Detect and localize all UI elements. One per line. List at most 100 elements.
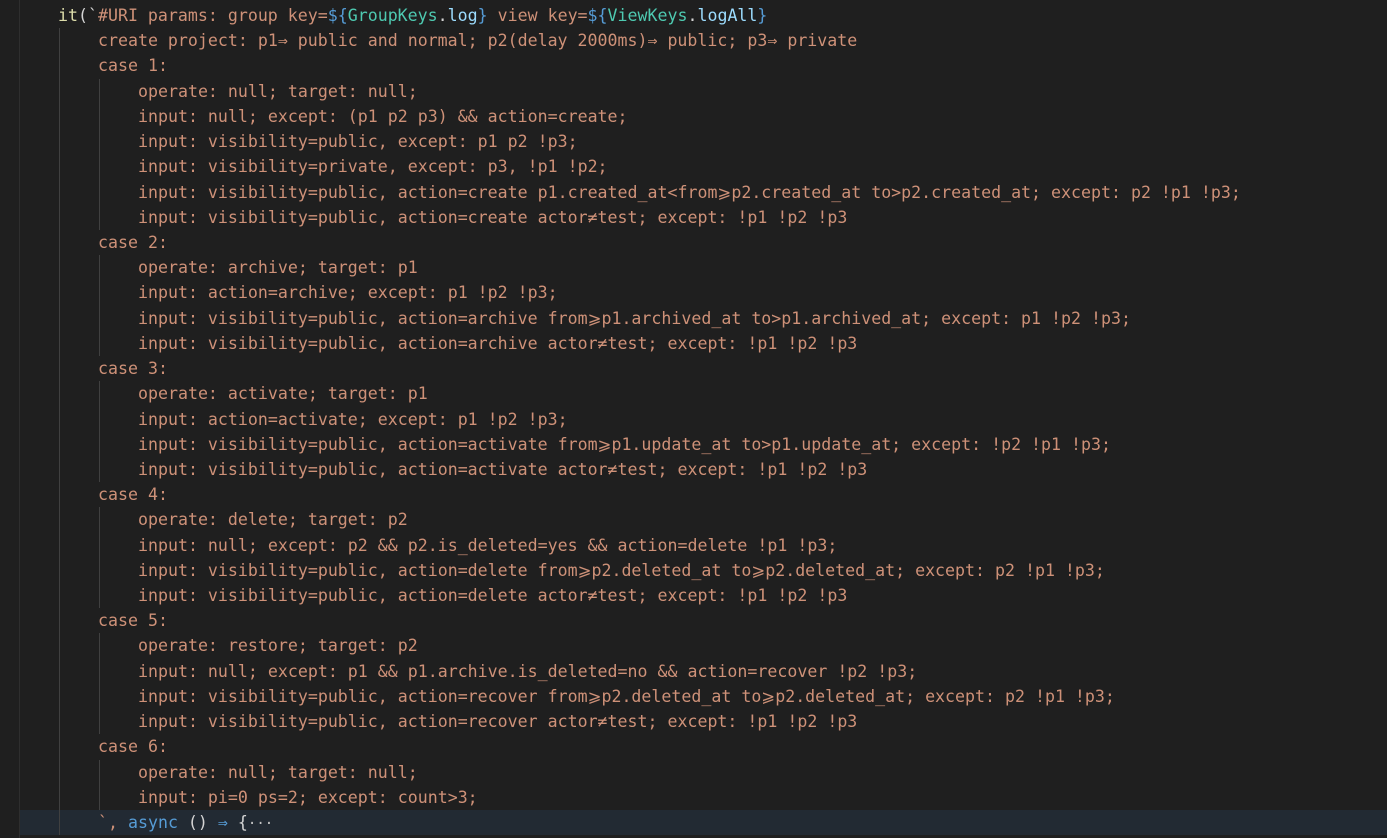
indent-guide [59, 759, 60, 785]
indent-guide [59, 154, 60, 180]
code-line[interactable]: input: pi=0 ps=2; except: count>3; [20, 784, 1387, 810]
code-line-text: input: visibility=public, action=archive… [138, 308, 1131, 328]
code-line[interactable]: input: visibility=public, action=archive… [20, 330, 1387, 357]
header-text-a: #URI params: group key= [97, 6, 328, 25]
code-line[interactable]: input: visibility=public, action=delete … [20, 583, 1387, 609]
indent-guide [99, 305, 100, 331]
code-line-text: create project: p1⇒ public and normal; p… [98, 31, 858, 51]
indent-guide [99, 583, 100, 609]
code-line[interactable]: case 6: [20, 734, 1387, 760]
indent-guide [59, 53, 60, 79]
code-line-text: case 6: [98, 737, 168, 757]
code-line-text: input: visibility=public, action=create … [138, 182, 1241, 202]
tmpl1-open: ${ [327, 6, 348, 25]
indent-guide [99, 129, 100, 155]
code-line-text: input: visibility=public, action=recover… [138, 712, 858, 732]
indent-guide [99, 532, 100, 558]
indent-guide [59, 709, 60, 735]
code-line[interactable]: operate: delete; target: p2 [20, 507, 1387, 533]
tmpl2-close: } [757, 6, 768, 25]
code-editor[interactable]: it(`#URI params: group key=${GroupKeys.l… [0, 0, 1387, 838]
indent-guide [99, 154, 100, 180]
tmpl2-dot: . [687, 6, 698, 25]
code-line[interactable]: input: null; except: p1 && p1.archive.is… [20, 658, 1387, 684]
indent-guide [99, 633, 100, 659]
indent-guide [59, 557, 60, 584]
code-line[interactable]: input: visibility=public, action=delete … [20, 557, 1387, 584]
code-line-text: case 4: [98, 485, 168, 505]
code-line-text: case 3: [98, 359, 168, 379]
tmpl1-property: log [447, 6, 478, 25]
code-line-header[interactable]: it(`#URI params: group key=${GroupKeys.l… [20, 3, 1387, 28]
indent-guide [99, 709, 100, 735]
indent-guide [59, 129, 60, 155]
code-line[interactable]: input: visibility=public, action=recover… [20, 709, 1387, 735]
indent-guide [99, 280, 100, 306]
async-keyword: async [127, 813, 178, 832]
tmpl2-property: logAll [697, 6, 758, 25]
code-line[interactable]: input: visibility=public, action=activat… [20, 431, 1387, 457]
code-lines[interactable]: it(`#URI params: group key=${GroupKeys.l… [20, 3, 1387, 836]
code-line[interactable]: input: visibility=public, except: p1 p2 … [20, 129, 1387, 155]
indent-guide [59, 204, 60, 230]
code-line-text: operate: restore; target: p2 [138, 636, 418, 656]
indent-guide [59, 356, 60, 382]
code-line[interactable]: input: visibility=public, action=create … [20, 204, 1387, 230]
indent-guide [59, 103, 60, 130]
code-line-footer-current[interactable]: `, async () ⇒ {··· [20, 810, 1387, 836]
indent-guide [59, 406, 60, 432]
indent-guide [99, 103, 100, 130]
code-line[interactable]: input: visibility=public, action=create … [20, 179, 1387, 205]
code-line[interactable]: operate: activate; target: p1 [20, 381, 1387, 407]
code-line-text: operate: null; target: null; [138, 762, 418, 782]
code-line[interactable]: operate: restore; target: p2 [20, 633, 1387, 659]
code-line-text: case 1: [98, 56, 168, 76]
indent-guide [99, 179, 100, 205]
indent-guide [59, 280, 60, 306]
code-line-text: input: action=activate; except: p1 !p2 !… [138, 409, 568, 429]
code-line[interactable]: input: visibility=public, action=activat… [20, 456, 1387, 483]
code-line[interactable]: case 2: [20, 229, 1387, 256]
header-text-b: view key= [487, 6, 588, 25]
indent-guide [59, 482, 60, 508]
arrow-operator: ⇒ [217, 813, 228, 832]
code-line[interactable]: create project: p1⇒ public and normal; p… [20, 28, 1387, 54]
code-line-text: input: visibility=private, except: p3, !… [138, 157, 608, 177]
code-line[interactable]: case 5: [20, 608, 1387, 634]
code-line[interactable]: input: action=activate; except: p1 !p2 !… [20, 406, 1387, 432]
indent-guide [59, 633, 60, 659]
indent-guide [99, 784, 100, 810]
fold-ellipsis-icon[interactable]: ··· [248, 816, 273, 832]
tmpl1-close: } [477, 6, 488, 25]
indent-guide [59, 229, 60, 256]
indent-guide [99, 507, 100, 533]
indent-guide [59, 784, 60, 810]
tmpl1-dot: . [437, 6, 448, 25]
code-line[interactable]: input: action=archive; except: p1 !p2 !p… [20, 280, 1387, 306]
indent-guide [59, 78, 60, 104]
code-line[interactable]: operate: null; target: null; [20, 78, 1387, 104]
code-line-text: input: null; except: (p1 p2 p3) && actio… [138, 106, 628, 126]
code-line[interactable]: operate: null; target: null; [20, 759, 1387, 785]
code-line-text: input: null; except: p1 && p1.archive.is… [138, 661, 918, 681]
code-line[interactable]: case 1: [20, 53, 1387, 79]
code-line[interactable]: input: visibility=public, action=recover… [20, 683, 1387, 710]
indent-guide [59, 179, 60, 205]
code-line-text: input: visibility=public, action=delete … [138, 586, 848, 606]
indent-guide [59, 431, 60, 457]
code-line-text: operate: activate; target: p1 [138, 384, 428, 404]
indent-guide [59, 583, 60, 609]
open-paren-backtick: (` [77, 6, 98, 25]
code-line-text: input: visibility=public, action=create … [138, 207, 848, 227]
tmpl1-object: GroupKeys [347, 6, 438, 25]
code-line[interactable]: case 4: [20, 482, 1387, 508]
code-line-text: input: visibility=public, action=activat… [138, 434, 1111, 454]
parens: () [177, 813, 218, 832]
code-line[interactable]: input: visibility=private, except: p3, !… [20, 154, 1387, 180]
code-line[interactable]: input: visibility=public, action=archive… [20, 305, 1387, 331]
code-line[interactable]: input: null; except: (p1 p2 p3) && actio… [20, 103, 1387, 130]
code-line[interactable]: operate: archive; target: p1 [20, 255, 1387, 281]
code-line[interactable]: case 3: [20, 356, 1387, 382]
code-line[interactable]: input: null; except: p2 && p2.is_deleted… [20, 532, 1387, 558]
tmpl2-object: ViewKeys [607, 6, 688, 25]
